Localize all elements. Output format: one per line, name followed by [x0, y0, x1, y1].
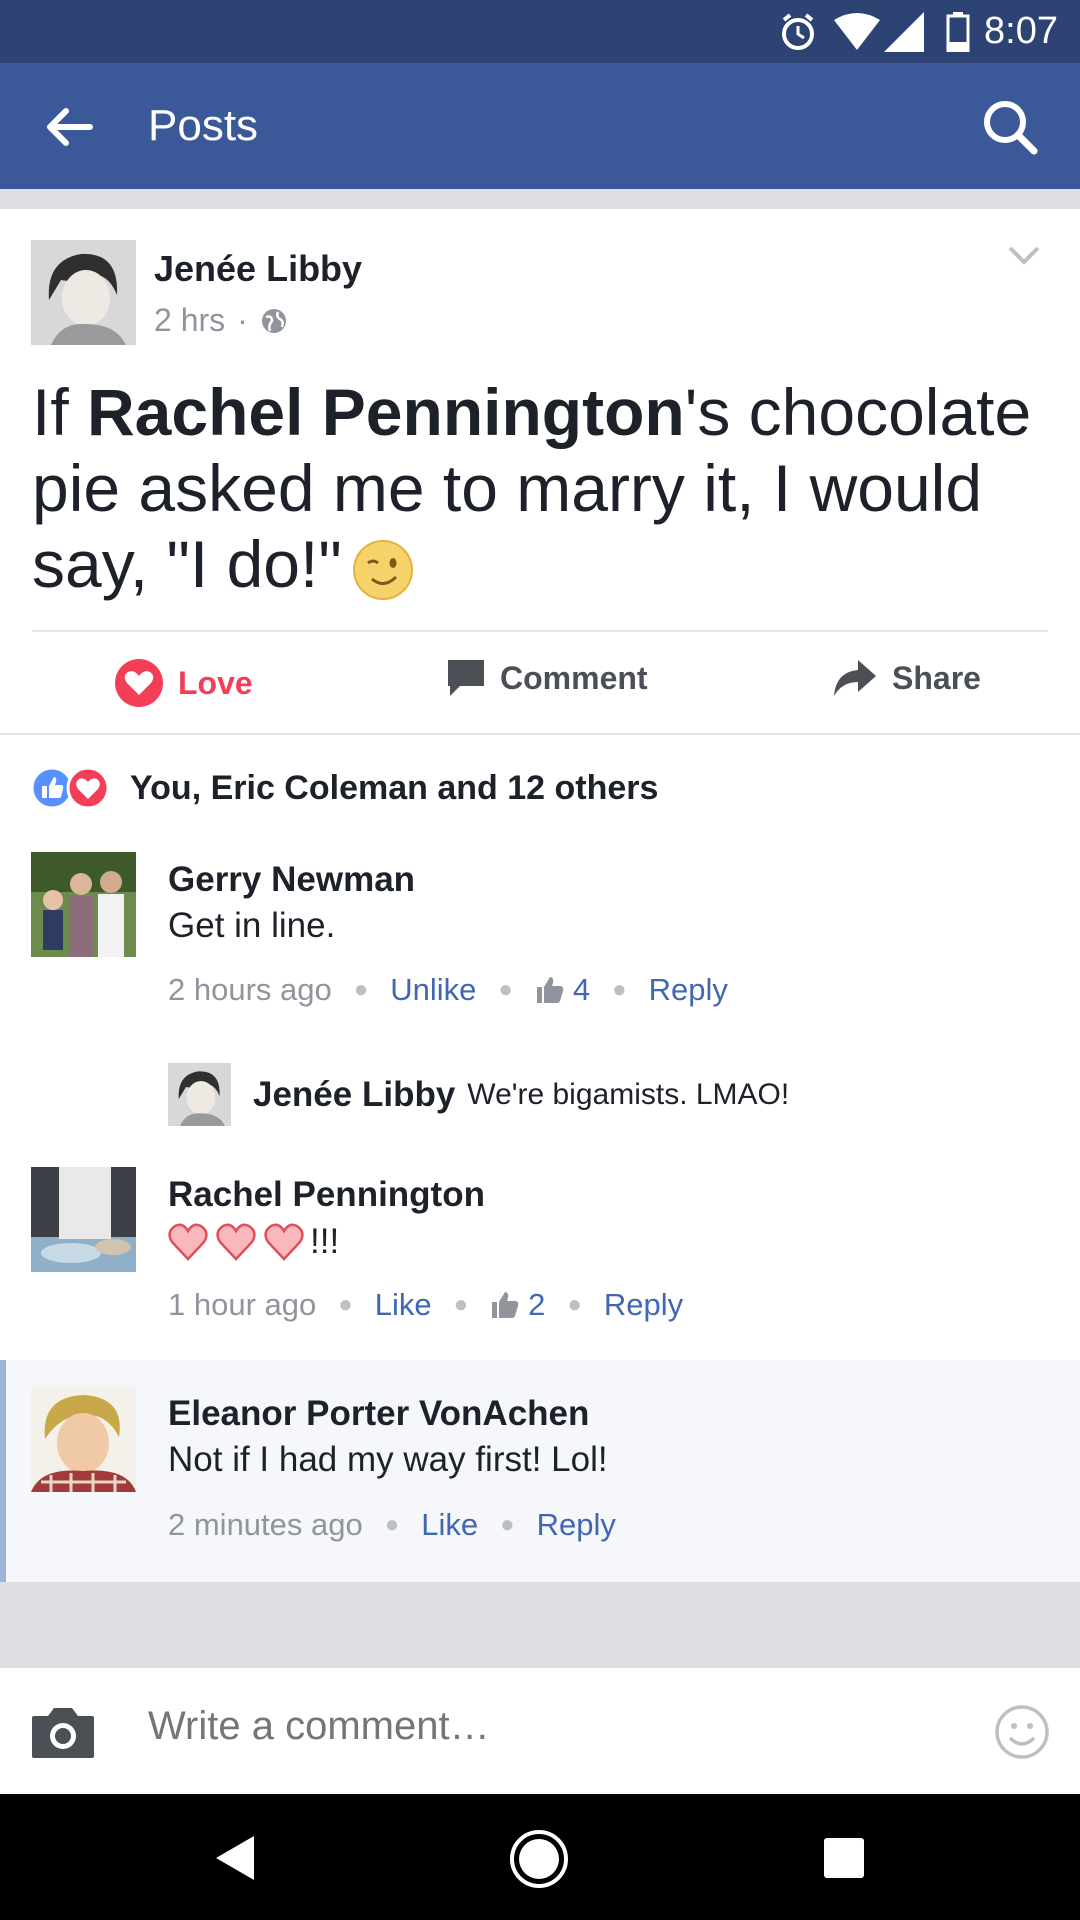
- wifi-icon: [834, 13, 880, 50]
- comment-text: Get in line.: [168, 906, 336, 945]
- globe-icon: [261, 308, 286, 333]
- like-button[interactable]: Like: [375, 1287, 432, 1323]
- comment-meta: 2 minutes ago ● Like ● Reply: [168, 1507, 616, 1543]
- heart-emoji-icon: [168, 1223, 208, 1261]
- comment-icon: [448, 660, 484, 696]
- like-button[interactable]: Like: [421, 1507, 478, 1543]
- comment-label: Comment: [500, 659, 648, 696]
- app-bar: Posts: [0, 63, 1080, 189]
- commenter-avatar[interactable]: [31, 852, 136, 957]
- reactions-summary[interactable]: You, Eric Coleman and 12 others: [30, 766, 658, 810]
- divider: [0, 733, 1080, 735]
- dot-separator: ●: [353, 976, 369, 1003]
- love-icon: [115, 659, 163, 707]
- commenter-name[interactable]: Rachel Pennington: [168, 1175, 485, 1215]
- dot-separator: ●: [498, 976, 513, 1003]
- reply-author-avatar[interactable]: [168, 1063, 231, 1126]
- comment-input[interactable]: [148, 1704, 948, 1749]
- share-button[interactable]: Share: [832, 658, 981, 698]
- commenter-name[interactable]: Eleanor Porter VonAchen: [168, 1394, 589, 1434]
- comment-like-count[interactable]: 4: [535, 972, 590, 1008]
- comment-meta: 1 hour ago ● Like ● 2 ● Reply: [168, 1287, 683, 1323]
- love-button[interactable]: Love: [114, 658, 253, 708]
- love-label: Love: [178, 664, 253, 701]
- heart-emoji-icon: [264, 1223, 304, 1261]
- dot-separator: ●: [612, 976, 627, 1003]
- reply-button[interactable]: Reply: [649, 972, 728, 1008]
- comment-meta: 2 hours ago ● Unlike ● 4 ● Reply: [168, 972, 728, 1008]
- nav-home-icon[interactable]: [508, 1828, 570, 1890]
- post-text-before: If: [32, 375, 88, 449]
- alarm-icon: [782, 13, 814, 50]
- thumbs-up-icon: [492, 1292, 519, 1318]
- post-body: If Rachel Pennington's chocolate pie ask…: [32, 374, 1052, 602]
- separator: [0, 1582, 1080, 1668]
- meta-separator: ·: [237, 302, 248, 338]
- highlight-bar: [0, 1360, 6, 1582]
- commenter-avatar[interactable]: [31, 1167, 136, 1272]
- comment-time: 2 minutes ago: [168, 1507, 363, 1542]
- nav-back-icon[interactable]: [214, 1834, 258, 1882]
- battery-icon: [946, 12, 970, 52]
- system-nav-bar: [0, 1794, 1080, 1920]
- post-action-bar: Love Comment Share: [0, 640, 1080, 724]
- comment-text: !!!: [310, 1222, 340, 1261]
- comment-time: 1 hour ago: [168, 1287, 317, 1322]
- page-title: Posts: [148, 101, 259, 150]
- status-time: 8:07: [984, 10, 1058, 52]
- dot-separator: ●: [384, 1511, 400, 1538]
- like-count: 4: [572, 972, 591, 1007]
- like-count: 2: [528, 1287, 546, 1322]
- comment-body: !!!: [168, 1222, 339, 1262]
- reply-text: We're bigamists. LMAO!: [467, 1077, 790, 1111]
- signal-icon: [884, 12, 924, 52]
- dot-separator: ●: [567, 1291, 582, 1318]
- divider: [32, 630, 1048, 632]
- share-label: Share: [892, 659, 981, 696]
- post-meta: 2 hrs ·: [154, 302, 288, 339]
- post-time[interactable]: 2 hrs: [154, 302, 225, 339]
- post-mention[interactable]: Rachel Pennington: [87, 375, 685, 449]
- love-reaction-icon: [66, 766, 110, 810]
- chevron-down-icon[interactable]: [1004, 240, 1044, 270]
- dot-separator: ●: [338, 1291, 353, 1318]
- camera-icon[interactable]: [30, 1704, 96, 1760]
- status-bar: 8:07: [0, 0, 1080, 63]
- comment-time: 2 hours ago: [168, 972, 332, 1007]
- unlike-button[interactable]: Unlike: [390, 972, 476, 1008]
- comment-composer: [0, 1668, 1080, 1794]
- dot-separator: ●: [453, 1291, 469, 1318]
- dot-separator: ●: [500, 1511, 515, 1538]
- share-icon: [834, 660, 876, 696]
- commenter-name[interactable]: Gerry Newman: [168, 860, 415, 900]
- reply-button[interactable]: Reply: [604, 1287, 683, 1323]
- reply-button[interactable]: Reply: [537, 1507, 616, 1543]
- heart-emoji-icon: [216, 1223, 256, 1261]
- back-arrow-icon[interactable]: [40, 99, 96, 155]
- reactions-text: You, Eric Coleman and 12 others: [130, 768, 659, 807]
- reply-preview[interactable]: Jenée Libby We're bigamists. LMAO!: [168, 1063, 789, 1126]
- wink-emoji-icon: [352, 539, 413, 600]
- search-icon[interactable]: [980, 97, 1040, 157]
- comment-like-count[interactable]: 2: [490, 1287, 545, 1323]
- post-author-avatar[interactable]: [31, 240, 136, 345]
- nav-recents-icon[interactable]: [824, 1838, 864, 1878]
- reply-author-name[interactable]: Jenée Libby: [253, 1075, 455, 1115]
- separator: [0, 189, 1080, 209]
- thumbs-up-icon: [536, 977, 564, 1003]
- emoji-icon[interactable]: [994, 1704, 1050, 1760]
- comment-button[interactable]: Comment: [446, 658, 648, 698]
- post-author-name[interactable]: Jenée Libby: [154, 248, 362, 290]
- commenter-avatar[interactable]: [31, 1387, 136, 1492]
- comment-text: Not if I had my way first! Lol!: [168, 1440, 608, 1479]
